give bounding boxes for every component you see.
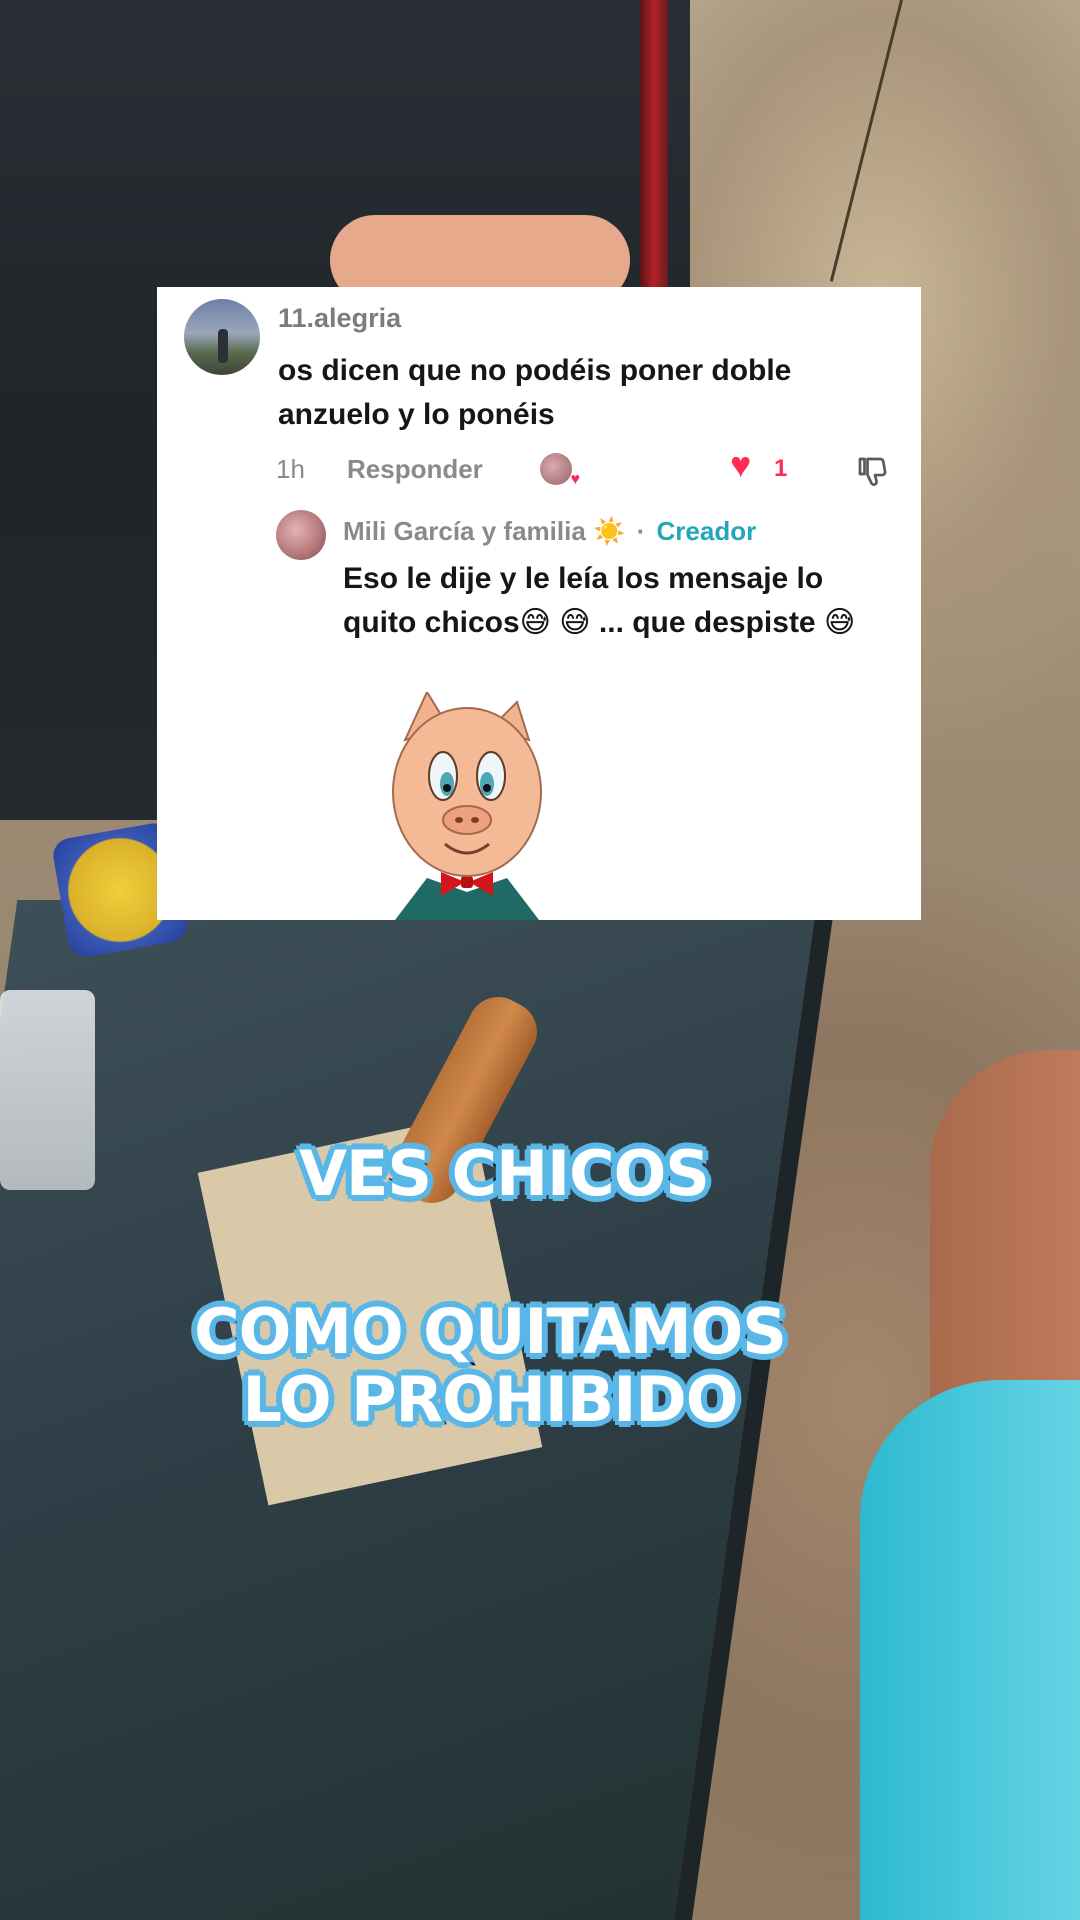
thumbs-down-icon[interactable]	[854, 453, 890, 489]
creator-liked-heart-icon: ♥	[570, 471, 581, 488]
reply-button[interactable]: Responder	[347, 454, 483, 485]
caption-block: COMO QUITAMOS LO PROHIBIDO	[0, 1295, 1030, 1437]
comment-card: 11.alegria os dicen que no podéis poner …	[157, 287, 921, 920]
reply-text: Eso le dije y le leía los mensaje lo qui…	[343, 562, 856, 639]
reply-author-name[interactable]: Mili García y familia	[343, 516, 586, 546]
like-heart-icon[interactable]: ♥	[730, 447, 751, 483]
pig-cartoon-sticker	[392, 692, 542, 920]
sun-emoji-icon: ☀️	[593, 516, 626, 546]
separator-dot: ·	[636, 516, 646, 546]
commenter-username[interactable]: 11.alegria	[278, 303, 401, 334]
creator-badge: Creador	[656, 516, 757, 546]
reply-author-line: Mili García y familia ☀️ · Creador	[343, 516, 756, 547]
caption-line-3: LO PROHIBIDO	[240, 1363, 742, 1437]
comment-time: 1h	[276, 454, 305, 484]
caption-line-1: VES CHICOS	[296, 1137, 713, 1211]
creator-liked-avatar: ♥	[540, 453, 580, 488]
comment-text: os dicen que no podéis poner doble anzue…	[278, 354, 792, 431]
like-count: 1	[774, 455, 788, 482]
caption-line-2: COMO QUITAMOS	[191, 1295, 790, 1369]
reply-author-avatar[interactable]	[276, 510, 326, 560]
commenter-avatar[interactable]	[184, 299, 260, 375]
